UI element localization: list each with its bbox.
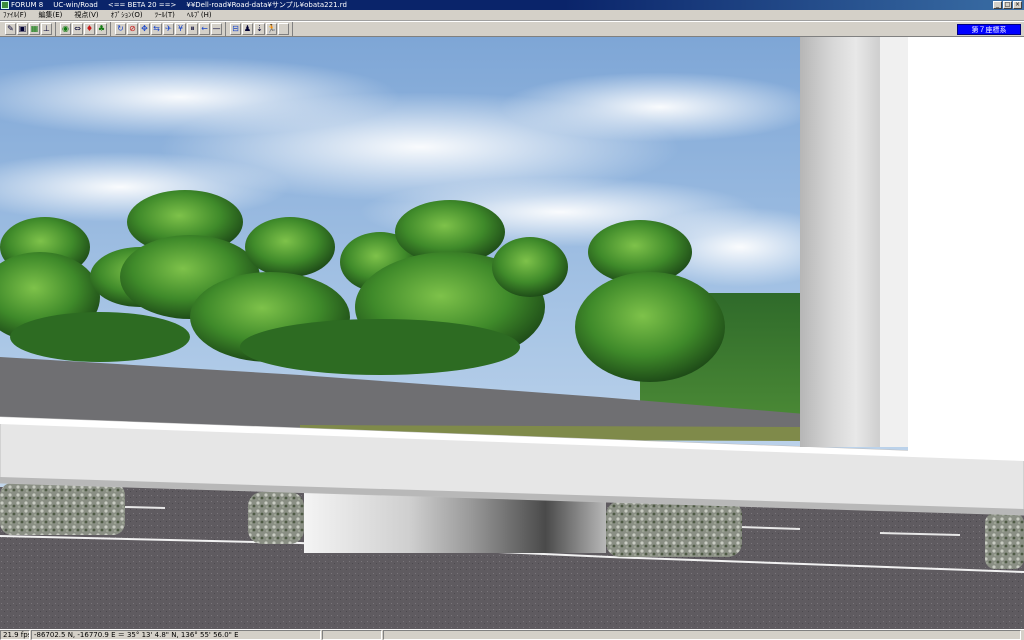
- toolbar: ✎ ▣ ▦ ⊥ ◉ ⇔ ♦ ♣ ↻ ⊘ ✥ ⇆ ✈ ¥ ⏸ ← — ⊟ ♟ ⇣ …: [0, 21, 1024, 37]
- toolbar-group-objects: ◉ ⇔ ♦ ♣: [58, 22, 111, 36]
- latlon-value: 35° 13' 4.8" N, 136° 55' 56.0" E: [126, 631, 239, 639]
- grid-icon[interactable]: ▦: [29, 23, 40, 35]
- close-button[interactable]: ×: [1013, 1, 1022, 9]
- stop-icon[interactable]: ⊘: [127, 23, 138, 35]
- minimize-button[interactable]: _: [993, 1, 1002, 9]
- app-name: FORUM 8: [11, 1, 44, 9]
- person-icon[interactable]: ♟: [242, 23, 253, 35]
- coordinate-readout: -86702.5 N, -16770.9 E ＝ 35° 13' 4.8" N,…: [31, 630, 321, 640]
- runner-icon[interactable]: 🏃: [266, 23, 277, 35]
- pause-icon[interactable]: ⏸: [187, 23, 198, 35]
- tree-icon[interactable]: ♣: [96, 23, 107, 35]
- pan-icon[interactable]: ⇆: [151, 23, 162, 35]
- menu-options[interactable]: ｵﾌﾟｼｮﾝ(O): [111, 10, 143, 20]
- 3d-viewport[interactable]: [0, 37, 1024, 629]
- bridge-pier: [304, 493, 606, 553]
- coordinate-system-label[interactable]: 第７座標系: [957, 24, 1021, 35]
- toolbar-group-navigation: ↻ ⊘ ✥ ⇆ ✈ ¥ ⏸ ← —: [113, 22, 226, 36]
- menu-bar: ﾌｧｲﾙ(F) 編集(E) 視点(V) ｵﾌﾟｼｮﾝ(O) ﾂｰﾙ(T) ﾍﾙﾌ…: [0, 10, 1024, 21]
- menu-help[interactable]: ﾍﾙﾌﾟ(H): [187, 10, 212, 20]
- menu-view[interactable]: 視点(V): [74, 10, 98, 20]
- rotate-icon[interactable]: ↻: [115, 23, 126, 35]
- shield-icon[interactable]: ♦: [84, 23, 95, 35]
- coords-value: -86702.5 N, -16770.9 E: [34, 631, 116, 639]
- pointer-icon[interactable]: ◉: [60, 23, 71, 35]
- move-icon[interactable]: ✥: [139, 23, 150, 35]
- toolbar-group-edit: ✎ ▣ ▦ ⊥: [3, 22, 56, 36]
- menu-tools[interactable]: ﾂｰﾙ(T): [155, 10, 175, 20]
- status-pane-empty-1: [322, 630, 382, 640]
- pen-icon[interactable]: ✎: [5, 23, 16, 35]
- menu-edit[interactable]: 編集(E): [39, 10, 63, 20]
- grid-fit-icon[interactable]: ⊟: [230, 23, 241, 35]
- figure-icon[interactable]: ¥: [175, 23, 186, 35]
- product-name: UC-win/Road: [53, 1, 98, 9]
- maximize-button[interactable]: □: [1003, 1, 1012, 9]
- title-bar[interactable]: FORUM 8 UC-win/Road <== BETA 20 ==> ¥¥De…: [0, 0, 1024, 10]
- bridge-wall: [908, 37, 1024, 455]
- window-controls: _ □ ×: [993, 1, 1022, 9]
- camera-icon[interactable]: ▣: [17, 23, 28, 35]
- back-icon[interactable]: ←: [199, 23, 210, 35]
- toolbar-group-view: ⊟ ♟ ⇣ 🏃: [228, 22, 293, 36]
- road-icon[interactable]: ⊥: [41, 23, 52, 35]
- fly-icon[interactable]: ✈: [163, 23, 174, 35]
- file-path: ¥¥Dell-road¥Road-data¥サンプル¥obata221.rd: [186, 1, 347, 9]
- fps-readout: 21.9 fps: [0, 630, 30, 640]
- blank-icon[interactable]: —: [211, 23, 222, 35]
- menu-file[interactable]: ﾌｧｲﾙ(F): [3, 10, 27, 20]
- arrows-icon[interactable]: ⇔: [72, 23, 83, 35]
- bridge-column-edge: [880, 37, 910, 447]
- scene-svg: [0, 37, 1024, 629]
- version-label: <== BETA 20 ==>: [107, 1, 177, 9]
- status-bar: 21.9 fps -86702.5 N, -16770.9 E ＝ 35° 13…: [0, 629, 1024, 640]
- walker-icon[interactable]: ⇣: [254, 23, 265, 35]
- app-logo-icon: [1, 1, 9, 9]
- status-pane-empty-2: [383, 630, 1021, 640]
- empty-icon[interactable]: [278, 23, 289, 35]
- lane-marking: [124, 506, 166, 509]
